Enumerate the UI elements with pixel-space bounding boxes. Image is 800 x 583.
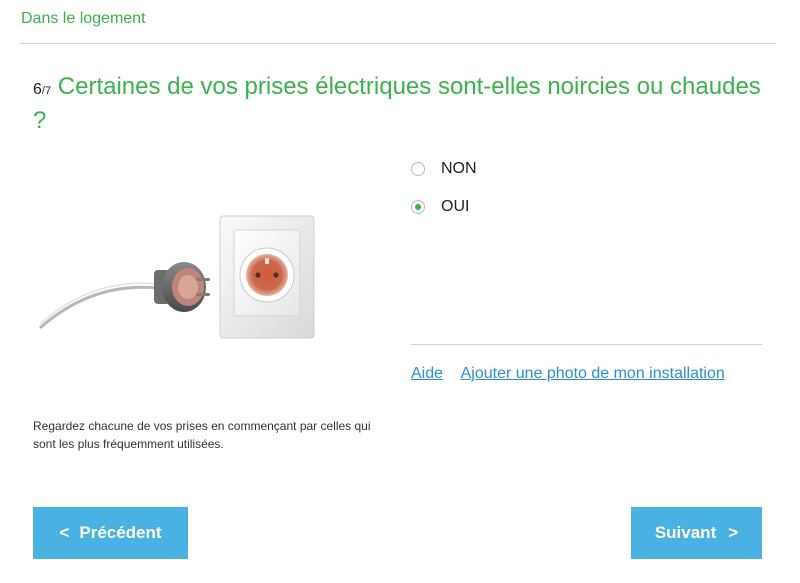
- chevron-right-icon: >: [728, 523, 739, 542]
- hint-text: Regardez chacune de vos prises en commen…: [33, 419, 371, 451]
- question-step-total: /7: [41, 85, 52, 97]
- option-oui-label: OUI: [441, 198, 470, 215]
- question-text: Certaines de vos prises électriques sont…: [33, 73, 761, 134]
- question-heading: 6/7 Certaines de vos prises électriques …: [33, 72, 773, 136]
- previous-button-label: Précédent: [79, 523, 162, 542]
- next-button-label: Suivant: [654, 523, 717, 542]
- question-step: 6: [33, 81, 42, 98]
- add-photo-link[interactable]: Ajouter une photo de mon installation: [461, 365, 725, 382]
- question-step-counter: 6/7: [33, 81, 51, 98]
- options-divider: [411, 344, 762, 345]
- help-link[interactable]: Aide: [411, 365, 443, 382]
- outlet-plug-illustration: [36, 200, 336, 350]
- radio-non[interactable]: [411, 162, 425, 176]
- previous-button[interactable]: < Précédent: [33, 507, 188, 559]
- section-divider: [20, 43, 776, 44]
- next-button[interactable]: Suivant >: [631, 507, 762, 559]
- section-title: Dans le logement: [21, 10, 146, 27]
- help-links: Aide Ajouter une photo de mon installati…: [411, 365, 739, 383]
- option-non[interactable]: NON: [411, 157, 477, 181]
- electrical-outlet-with-plug-icon: [39, 215, 315, 339]
- option-oui[interactable]: OUI: [411, 195, 477, 219]
- option-non-label: NON: [441, 160, 477, 177]
- chevron-left-icon: <: [59, 523, 70, 542]
- answer-options: NON OUI: [411, 157, 477, 233]
- radio-oui[interactable]: [411, 200, 425, 214]
